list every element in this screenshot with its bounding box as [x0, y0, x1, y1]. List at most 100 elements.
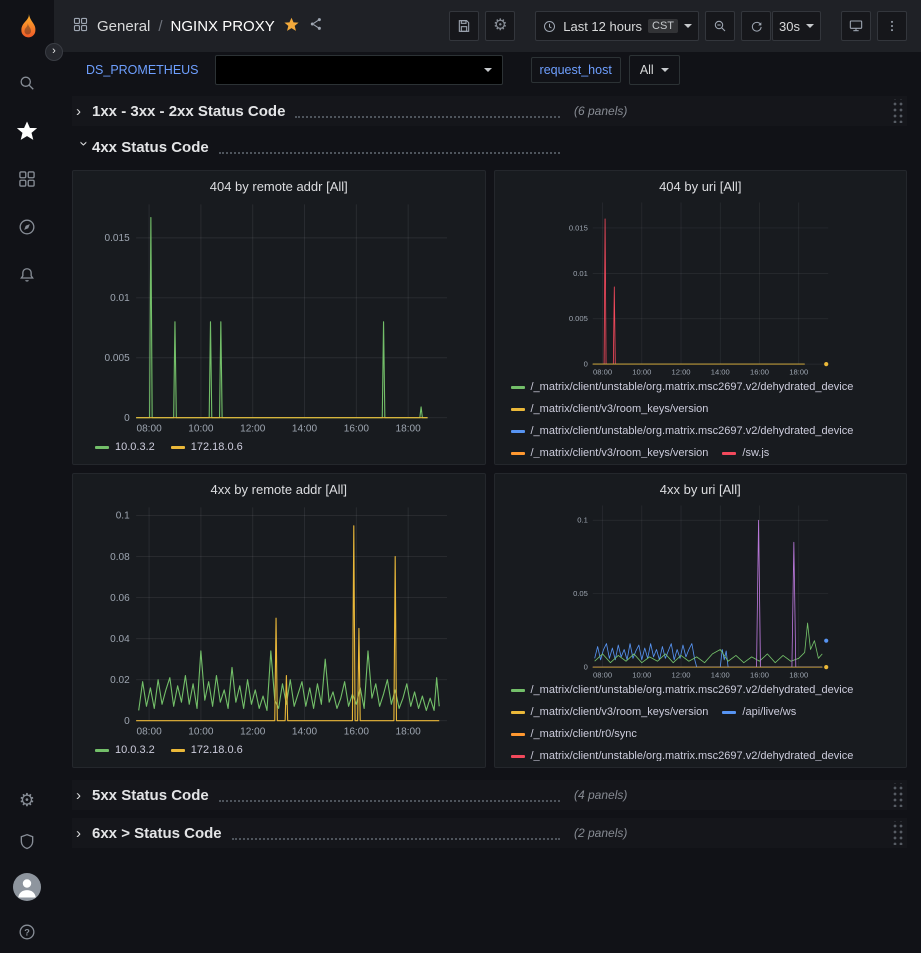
timeseries-chart[interactable]: 00.020.040.060.080.108:0010:0012:0014:00…	[83, 500, 475, 739]
legend-item[interactable]: /api/live/ws	[722, 703, 796, 721]
svg-text:14:00: 14:00	[292, 726, 318, 737]
svg-text:08:00: 08:00	[136, 726, 162, 737]
variable-label-request-host[interactable]: request_host	[531, 57, 621, 83]
legend-item[interactable]: /_matrix/client/v3/room_keys/version	[511, 703, 709, 721]
chevron-down-icon	[661, 68, 669, 72]
variable-select-request-host[interactable]: All	[629, 55, 680, 85]
svg-text:18:00: 18:00	[396, 423, 422, 434]
apps-grid-icon	[72, 16, 89, 37]
chevron-down-icon[interactable]: ›	[76, 141, 93, 157]
legend-item[interactable]: /sw.js	[722, 444, 769, 458]
time-range-label: Last 12 hours	[563, 19, 642, 34]
svg-text:0: 0	[583, 360, 587, 369]
favorite-star-icon[interactable]	[283, 16, 300, 37]
breadcrumb-folder[interactable]: General	[97, 18, 150, 35]
svg-text:0.08: 0.08	[110, 552, 130, 563]
refresh-button[interactable]	[741, 11, 771, 41]
help-icon[interactable]: ?	[16, 921, 38, 943]
svg-text:0.06: 0.06	[110, 593, 130, 604]
svg-text:18:00: 18:00	[789, 671, 808, 680]
user-avatar[interactable]	[13, 873, 41, 901]
tv-mode-button[interactable]	[841, 11, 871, 41]
chevron-right-icon[interactable]: ›	[76, 825, 92, 842]
dashboard-settings-button[interactable]: ⚙	[485, 11, 515, 41]
explore-compass-icon[interactable]	[16, 216, 38, 238]
sidebar-expand-button[interactable]: ›	[45, 43, 63, 61]
svg-text:18:00: 18:00	[396, 726, 422, 737]
refresh-interval-select[interactable]: 30s	[772, 11, 821, 41]
panel-title[interactable]: 404 by uri [All]	[505, 177, 897, 197]
svg-text:12:00: 12:00	[671, 368, 690, 377]
legend-item[interactable]: 172.18.0.6	[171, 438, 243, 456]
legend-item[interactable]: /_matrix/client/unstable/org.matrix.msc2…	[511, 422, 854, 440]
chevron-right-icon[interactable]: ›	[76, 787, 92, 804]
row-1xx-3xx-2xx[interactable]: › 1xx - 3xx - 2xx Status Code (6 panels)	[72, 96, 907, 126]
panel-title[interactable]: 4xx by remote addr [All]	[83, 480, 475, 500]
legend-item[interactable]: /_matrix/client/unstable/org.matrix.msc2…	[511, 747, 854, 761]
svg-text:16:00: 16:00	[344, 726, 370, 737]
legend-item[interactable]: /_matrix/client/v3/room_keys/version	[511, 444, 709, 458]
row-drag-handle[interactable]	[891, 783, 903, 807]
legend-item[interactable]: /_matrix/client/v3/room_keys/version	[511, 400, 709, 418]
svg-text:0.01: 0.01	[110, 293, 130, 304]
svg-text:12:00: 12:00	[240, 726, 266, 737]
alerting-bell-icon[interactable]	[16, 264, 38, 286]
dashboard-scroll-area: › 1xx - 3xx - 2xx Status Code (6 panels)…	[54, 88, 921, 953]
row-drag-handle[interactable]	[891, 821, 903, 845]
share-icon[interactable]	[308, 16, 324, 36]
svg-text:0.05: 0.05	[573, 589, 588, 598]
legend-item[interactable]: 172.18.0.6	[171, 741, 243, 759]
svg-text:18:00: 18:00	[789, 368, 808, 377]
svg-text:0.1: 0.1	[116, 511, 130, 522]
panel-title[interactable]: 4xx by uri [All]	[505, 480, 897, 500]
legend-item[interactable]: 10.0.3.2	[95, 438, 155, 456]
variable-value-request-host: All	[640, 63, 654, 77]
row-title: 6xx > Status Code	[92, 825, 222, 842]
legend-item[interactable]: /_matrix/client/unstable/org.matrix.msc2…	[511, 378, 854, 396]
row-5xx[interactable]: › 5xx Status Code (4 panels)	[72, 780, 907, 810]
row-title: 4xx Status Code	[92, 139, 209, 156]
variable-select-ds-prometheus[interactable]	[215, 55, 503, 85]
variables-submenu: DS_PROMETHEUS request_host All	[54, 52, 921, 88]
svg-text:10:00: 10:00	[188, 726, 214, 737]
chart-legend: 10.0.3.2 172.18.0.6	[83, 436, 475, 458]
time-range-picker[interactable]: Last 12 hours CST	[535, 11, 699, 41]
legend-item[interactable]: /_matrix/client/unstable/org.matrix.msc2…	[511, 681, 854, 699]
panel-title[interactable]: 404 by remote addr [All]	[83, 177, 475, 197]
search-icon[interactable]	[16, 72, 38, 94]
zoom-out-button[interactable]	[705, 11, 735, 41]
dotted-leader	[219, 146, 560, 154]
dashboard-title[interactable]: NGINX PROXY	[171, 18, 275, 35]
svg-text:16:00: 16:00	[749, 368, 768, 377]
top-navigation-bar: General / NGINX PROXY ⚙ Last 12 hours CS…	[54, 0, 921, 52]
row-6xx[interactable]: › 6xx > Status Code (2 panels)	[72, 818, 907, 848]
save-button[interactable]	[449, 11, 479, 41]
dotted-leader	[219, 794, 560, 802]
starred-dashboards-icon[interactable]	[16, 120, 38, 142]
refresh-interval-label: 30s	[779, 19, 800, 34]
legend-item[interactable]: 10.0.3.2	[95, 741, 155, 759]
timeseries-chart[interactable]: 00.0050.010.01508:0010:0012:0014:0016:00…	[505, 197, 897, 378]
row-panel-count: (2 panels)	[574, 826, 627, 840]
svg-text:0.005: 0.005	[105, 353, 131, 364]
chevron-right-icon[interactable]: ›	[76, 103, 92, 120]
legend-item[interactable]: /_matrix/client/r0/sync	[511, 725, 637, 743]
panel-404-by-remote-addr: 404 by remote addr [All] 00.0050.010.015…	[72, 170, 486, 465]
variable-label-ds-prometheus: DS_PROMETHEUS	[78, 58, 207, 82]
chart-legend: /_matrix/client/unstable/org.matrix.msc2…	[505, 681, 897, 761]
svg-text:0.1: 0.1	[577, 516, 588, 525]
dashboards-icon[interactable]	[16, 168, 38, 190]
svg-text:12:00: 12:00	[671, 671, 690, 680]
panel-404-by-uri: 404 by uri [All] 00.0050.010.01508:0010:…	[494, 170, 908, 465]
server-admin-gear-icon[interactable]: ⚙	[16, 789, 38, 811]
row-drag-handle[interactable]	[891, 99, 903, 123]
toolbar-actions: ⚙ Last 12 hours CST 30s	[449, 11, 907, 41]
svg-text:08:00: 08:00	[136, 423, 162, 434]
grafana-logo-icon[interactable]	[12, 12, 42, 42]
admin-shield-icon[interactable]	[16, 831, 38, 853]
row-4xx[interactable]: › 4xx Status Code	[72, 132, 907, 162]
kebab-menu-button[interactable]	[877, 11, 907, 41]
timeseries-chart[interactable]: 00.050.108:0010:0012:0014:0016:0018:00	[505, 500, 897, 681]
svg-text:0: 0	[583, 663, 587, 672]
timeseries-chart[interactable]: 00.0050.010.01508:0010:0012:0014:0016:00…	[83, 197, 475, 436]
